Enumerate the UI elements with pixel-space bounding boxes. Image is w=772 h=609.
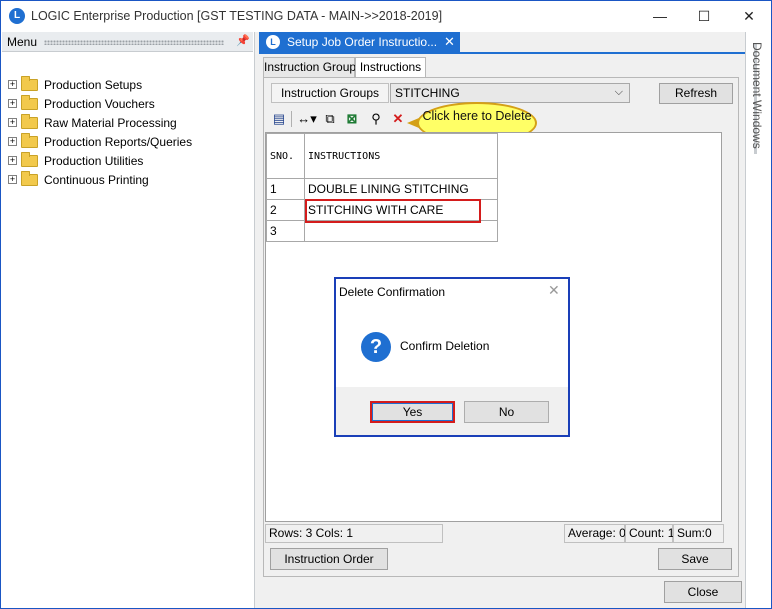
minimize-button[interactable]: — xyxy=(637,1,683,31)
column-header-sno[interactable]: SNO. xyxy=(266,133,305,179)
close-tab-icon[interactable]: ✕ xyxy=(444,34,455,50)
no-button[interactable]: No xyxy=(464,401,549,423)
maximize-button[interactable]: ☐ xyxy=(681,1,727,31)
table-row[interactable]: 3 xyxy=(266,220,498,242)
rows-cols-status: Rows: 3 Cols: 1 xyxy=(265,524,443,543)
tab-instruction-group[interactable]: Instruction Group xyxy=(263,57,356,78)
menu-header-label: Menu xyxy=(7,35,38,49)
folder-icon xyxy=(21,171,38,186)
menu-header: Menu 📌 xyxy=(2,32,253,52)
instruction-group-value: STITCHING xyxy=(395,86,460,100)
average-status: Average: 0 xyxy=(564,524,626,543)
app-logo-icon: L xyxy=(266,35,280,49)
chevron-down-icon: ⌵ xyxy=(614,86,623,98)
delete-confirmation-dialog: Delete Confirmation ✕ ? Confirm Deletion… xyxy=(334,277,570,437)
toolbar-separator xyxy=(291,111,292,127)
pin-icon[interactable]: 📌 xyxy=(236,34,250,47)
document-windows-label: Document Windows xyxy=(750,42,764,149)
question-icon: ? xyxy=(361,332,391,362)
dialog-footer: Yes No xyxy=(336,387,568,435)
expand-icon[interactable]: + xyxy=(8,118,17,127)
app-title: LOGIC Enterprise Production [GST TESTING… xyxy=(31,9,443,23)
delete-icon[interactable]: ✕ xyxy=(389,110,407,128)
expand-icon[interactable]: + xyxy=(8,156,17,165)
expand-icon[interactable]: + xyxy=(8,80,17,89)
table-header-row: SNO. INSTRUCTIONS xyxy=(266,133,498,179)
dialog-message: Confirm Deletion xyxy=(400,339,490,353)
status-bar: Rows: 3 Cols: 1 Average: 0 Count: 1 Sum:… xyxy=(265,524,724,543)
instruction-group-select[interactable]: STITCHING ⌵ xyxy=(390,83,630,103)
refresh-button[interactable]: Refresh xyxy=(659,83,733,104)
menu-item-label: Continuous Printing xyxy=(44,173,149,187)
instruction-groups-label: Instruction Groups xyxy=(271,83,389,103)
menu-grip[interactable] xyxy=(44,40,224,45)
menu-item-label: Production Setups xyxy=(44,78,143,92)
menu-item-label: Production Utilities xyxy=(44,154,144,168)
cell-instruction[interactable]: DOUBLE LINING STITCHING xyxy=(304,178,498,200)
folder-icon xyxy=(21,133,38,148)
menu-item-label: Raw Material Processing xyxy=(44,116,177,130)
instructions-table: SNO. INSTRUCTIONS 1 DOUBLE LINING STITCH… xyxy=(266,133,498,242)
table-row[interactable]: 1 DOUBLE LINING STITCHING xyxy=(266,178,498,200)
close-icon[interactable]: ✕ xyxy=(548,282,560,299)
folder-icon xyxy=(21,114,38,129)
selected-row-highlight xyxy=(305,199,481,223)
tab-instructions[interactable]: Instructions xyxy=(355,57,426,78)
tab-underline xyxy=(259,52,745,54)
folder-icon xyxy=(21,152,38,167)
menu-item-label: Production Reports/Queries xyxy=(44,135,193,149)
folder-icon xyxy=(21,76,38,91)
cell-sno[interactable]: 3 xyxy=(266,220,305,242)
cell-instruction[interactable] xyxy=(304,220,498,242)
expand-icon[interactable]: + xyxy=(8,137,17,146)
cell-sno[interactable]: 2 xyxy=(266,199,305,221)
cell-sno[interactable]: 1 xyxy=(266,178,305,200)
document-tab-label: Setup Job Order Instructio... xyxy=(287,35,438,49)
dialog-title: Delete Confirmation xyxy=(339,285,446,299)
count-status: Count: 1 xyxy=(625,524,674,543)
excel-export-icon[interactable]: ⊠ xyxy=(343,110,361,128)
save-button[interactable]: Save xyxy=(658,548,732,570)
tab-setup-job-order-instructions[interactable]: L Setup Job Order Instructio... ✕ xyxy=(259,32,460,52)
menu-item-label: Production Vouchers xyxy=(44,97,155,111)
column-header-instructions[interactable]: INSTRUCTIONS xyxy=(304,133,498,179)
sum-status: Sum:0 xyxy=(673,524,724,543)
find-icon[interactable]: ⚲ xyxy=(367,110,385,128)
instruction-order-button[interactable]: Instruction Order xyxy=(270,548,388,570)
expand-icon[interactable]: + xyxy=(8,175,17,184)
folder-icon xyxy=(21,95,38,110)
menu-pane: Menu 📌 + Production Setups + Production … xyxy=(2,32,253,608)
new-record-icon[interactable]: ▤ xyxy=(270,110,288,128)
resize-columns-icon[interactable]: ↔▾ xyxy=(295,110,319,128)
yes-button[interactable]: Yes xyxy=(370,401,455,423)
document-windows-strip[interactable]: Document Windows xyxy=(745,32,771,608)
app-logo-icon: L xyxy=(9,8,25,24)
expand-icon[interactable]: + xyxy=(8,99,17,108)
title-bar: L LOGIC Enterprise Production [GST TESTI… xyxy=(1,1,771,31)
close-button[interactable]: Close xyxy=(664,581,742,603)
copy-icon[interactable]: ⧉ xyxy=(321,110,339,128)
close-window-button[interactable]: ✕ xyxy=(726,1,772,31)
